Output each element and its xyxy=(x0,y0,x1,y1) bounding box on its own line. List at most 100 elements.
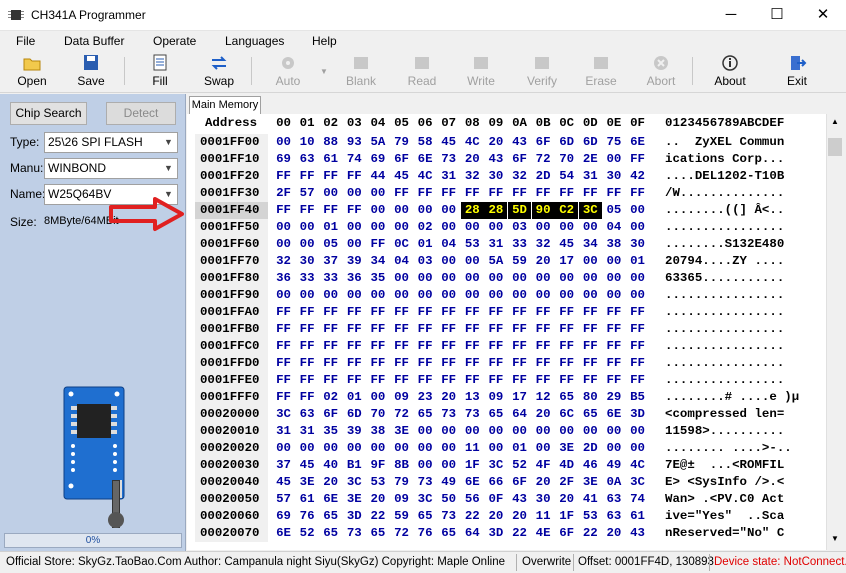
hex-byte[interactable]: 30 xyxy=(626,236,649,253)
hex-byte[interactable]: 39 xyxy=(343,253,366,270)
hex-byte[interactable]: 22 xyxy=(461,508,484,525)
blank-button[interactable]: Blank xyxy=(337,53,385,91)
hex-byte[interactable]: 74 xyxy=(343,151,366,168)
hex-byte[interactable]: 00 xyxy=(484,423,507,440)
hex-byte[interactable]: FF xyxy=(437,321,460,338)
hex-byte[interactable]: FF xyxy=(532,338,555,355)
hex-byte[interactable]: 61 xyxy=(296,491,319,508)
ascii-text[interactable]: 63365........... xyxy=(665,270,784,287)
hex-byte[interactable]: 53 xyxy=(579,508,602,525)
hex-byte[interactable]: 00 xyxy=(366,202,389,219)
hex-byte[interactable]: 4C xyxy=(414,168,437,185)
hex-byte[interactable]: 41 xyxy=(579,491,602,508)
hex-byte[interactable]: 00 xyxy=(319,440,342,457)
hex-row[interactable]: 0001FF90 00 00 00 00 00 00 00 00 00 00 00 00 00 00 00 00… xyxy=(187,287,826,304)
hex-byte[interactable]: 00 xyxy=(555,270,578,287)
ascii-text[interactable]: 11598>.......... xyxy=(665,423,784,440)
hex-byte[interactable]: FF xyxy=(626,185,649,202)
hex-byte[interactable]: FF xyxy=(461,321,484,338)
ascii-text[interactable]: ................ xyxy=(665,304,784,321)
hex-byte[interactable]: 00 xyxy=(437,440,460,457)
hex-byte[interactable]: 6F xyxy=(508,474,531,491)
hex-byte[interactable]: 3E xyxy=(390,423,413,440)
hex-byte[interactable]: FF xyxy=(390,185,413,202)
hex-byte[interactable]: 65 xyxy=(484,406,507,423)
hex-byte[interactable]: FF xyxy=(602,338,625,355)
hex-byte[interactable]: 69 xyxy=(272,151,295,168)
hex-byte[interactable]: C2 xyxy=(555,202,579,219)
hex-byte[interactable]: FF xyxy=(319,304,342,321)
hex-byte[interactable]: 09 xyxy=(390,491,413,508)
ascii-text[interactable]: ........ ....>-.. xyxy=(665,440,792,457)
hex-byte[interactable]: 73 xyxy=(437,508,460,525)
about-button[interactable]: About xyxy=(706,53,754,91)
hex-byte[interactable]: FF xyxy=(484,321,507,338)
hex-byte[interactable]: 00 xyxy=(296,287,319,304)
hex-row[interactable]: 00020060 69 76 65 3D 22 59 65 73 22 20 20 11 1F 53 63 61… xyxy=(187,508,826,525)
hex-byte[interactable]: 00 xyxy=(555,423,578,440)
hex-byte[interactable]: 32 xyxy=(461,168,484,185)
hex-byte[interactable]: 6E xyxy=(319,491,342,508)
hex-byte[interactable]: 63 xyxy=(296,406,319,423)
hex-byte[interactable]: 00 xyxy=(366,440,389,457)
hex-byte[interactable]: 5A xyxy=(366,134,389,151)
ascii-text[interactable]: ....DEL1202-T10B xyxy=(665,168,784,185)
hex-byte[interactable]: FF xyxy=(414,321,437,338)
menu-operate[interactable]: Operate xyxy=(153,34,196,48)
hex-byte[interactable]: 00 xyxy=(319,185,342,202)
ascii-text[interactable]: ................ xyxy=(665,321,784,338)
hex-byte[interactable]: 03 xyxy=(414,253,437,270)
hex-byte[interactable]: 3C xyxy=(343,474,366,491)
hex-byte[interactable]: 43 xyxy=(508,134,531,151)
hex-byte[interactable]: FF xyxy=(343,338,366,355)
ascii-text[interactable]: /W.............. xyxy=(665,185,784,202)
hex-byte[interactable]: FF xyxy=(343,168,366,185)
hex-byte[interactable]: 10 xyxy=(296,134,319,151)
hex-byte[interactable]: 3C xyxy=(272,406,295,423)
hex-byte[interactable]: 00 xyxy=(296,236,319,253)
hex-byte[interactable]: FF xyxy=(626,151,649,168)
hex-byte[interactable]: 00 xyxy=(484,287,507,304)
hex-byte[interactable]: 56 xyxy=(461,491,484,508)
hex-byte[interactable]: 00 xyxy=(366,219,389,236)
hex-byte[interactable]: 6E xyxy=(272,525,295,542)
hex-byte[interactable]: FF xyxy=(272,338,295,355)
hex-byte[interactable]: 0C xyxy=(390,236,413,253)
hex-byte[interactable]: 59 xyxy=(508,253,531,270)
hex-row[interactable]: 00020070 6E 52 65 73 65 72 76 65 64 3D 22 4E 6F 22 20 43… xyxy=(187,525,826,542)
hex-byte[interactable]: 00 xyxy=(414,440,437,457)
hex-byte[interactable]: 4D xyxy=(555,457,578,474)
hex-byte[interactable]: FF xyxy=(508,338,531,355)
hex-byte[interactable]: FF xyxy=(296,389,319,406)
hex-byte[interactable]: FF xyxy=(555,338,578,355)
hex-byte[interactable]: 32 xyxy=(532,236,555,253)
hex-byte[interactable]: FF xyxy=(272,355,295,372)
hex-byte[interactable]: FF xyxy=(555,304,578,321)
hex-byte[interactable]: 29 xyxy=(602,389,625,406)
hex-byte[interactable]: FF xyxy=(366,236,389,253)
hex-byte[interactable]: 00 xyxy=(296,440,319,457)
hex-byte[interactable]: 05 xyxy=(602,202,625,219)
hex-byte[interactable]: 01 xyxy=(508,440,531,457)
hex-byte[interactable]: 00 xyxy=(508,270,531,287)
ascii-text[interactable]: Wan> .<PV.C0 Act xyxy=(665,491,784,508)
hex-byte[interactable]: FF xyxy=(414,338,437,355)
hex-byte[interactable]: 20 xyxy=(532,406,555,423)
maximize-button[interactable]: ☐ xyxy=(754,0,800,31)
hex-byte[interactable]: 22 xyxy=(366,508,389,525)
hex-byte[interactable]: FF xyxy=(602,304,625,321)
hex-byte[interactable]: FF xyxy=(579,372,602,389)
manu-select[interactable]: WINBOND ▼ xyxy=(44,158,178,179)
hex-row[interactable]: 0001FFE0 FF FF FF FF FF FF FF FF FF FF FF FF FF FF FF FF… xyxy=(187,372,826,389)
hex-byte[interactable]: 63 xyxy=(296,151,319,168)
hex-byte[interactable]: 00 xyxy=(366,185,389,202)
hex-byte[interactable]: FF xyxy=(461,355,484,372)
hex-row[interactable]: 0001FF20 FF FF FF FF 44 45 4C 31 32 30 32 2D 54 31 30 42… xyxy=(187,168,826,185)
hex-byte[interactable]: 6D xyxy=(555,134,578,151)
hex-byte[interactable]: 76 xyxy=(414,525,437,542)
hex-byte[interactable]: 72 xyxy=(532,151,555,168)
abort-button[interactable]: Abort xyxy=(637,53,685,91)
fill-button[interactable]: Fill xyxy=(136,53,184,91)
hex-row[interactable]: 0001FFC0 FF FF FF FF FF FF FF FF FF FF FF FF FF FF FF FF… xyxy=(187,338,826,355)
hex-row[interactable]: 0001FF70 32 30 37 39 34 04 03 00 00 5A 59 20 17 00 00 01… xyxy=(187,253,826,270)
